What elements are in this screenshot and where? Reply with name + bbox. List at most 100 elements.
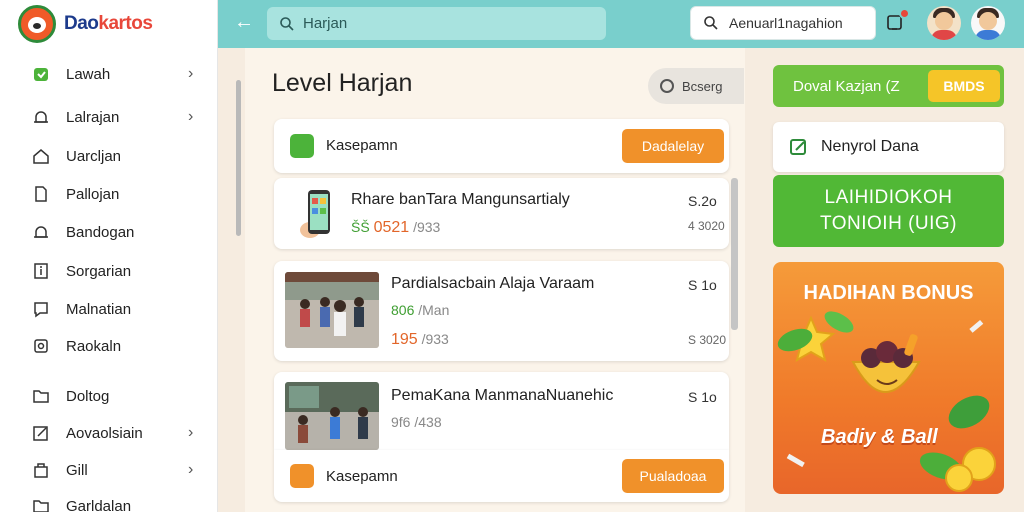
item-price: ŠŠ 0521 /933 xyxy=(351,219,440,237)
sidebar-item-garldalan[interactable]: Garldalan xyxy=(0,490,218,512)
item-right-bottom: S 3020 xyxy=(688,333,727,347)
sidebar-item-gill[interactable]: Gill › xyxy=(0,454,218,486)
sidebar-item-label: Garldalan xyxy=(66,497,132,512)
item-right-top: S.2o xyxy=(688,193,717,209)
sidebar-item-raokaln[interactable]: Raokaln xyxy=(0,330,218,362)
sidebar: Daokartos Lawah › Lalrajan › Uarcljan Pa… xyxy=(0,0,218,512)
chevron-right-icon: › xyxy=(188,108,194,125)
green-banner-line1: LAIHIDIOKOH xyxy=(824,187,953,208)
item-right-top: S 1o xyxy=(688,277,717,293)
bonus-subtitle: Badiy & Ball xyxy=(821,426,938,448)
secondary-search-input[interactable]: Aenuarl1nagahion xyxy=(690,6,876,40)
category-bar-bottom: Kasepamn Pualadoaa xyxy=(274,450,729,502)
item-title: Pardialsacbain Alaja Varaam xyxy=(391,275,595,292)
sidebar-item-bandogan[interactable]: Bandogan xyxy=(0,216,218,248)
chevron-right-icon: › xyxy=(188,65,194,82)
promo-label: Doval Kazjan (Z xyxy=(793,77,900,95)
promo-badge: BMDS xyxy=(928,70,1000,102)
sidebar-item-doltog[interactable]: Doltog xyxy=(0,380,218,412)
logo-mark-icon xyxy=(18,5,56,43)
bag-icon xyxy=(290,134,314,158)
sidebar-item-label: Raokaln xyxy=(66,337,122,355)
file-icon xyxy=(32,185,50,203)
folder-icon xyxy=(32,497,50,512)
price-tag: 806 xyxy=(391,302,415,318)
item-title: PemaKana ManmanaNuanehic xyxy=(391,387,614,404)
notification-button[interactable] xyxy=(884,8,910,33)
list-item[interactable]: Pardialsacbain Alaja Varaam 806 /Man 195… xyxy=(274,261,729,361)
action-button[interactable]: Dadalelay xyxy=(622,129,724,163)
home-icon xyxy=(32,147,50,165)
avatar-user[interactable] xyxy=(971,6,1005,40)
menu-pill-label: Nenyrol Dana xyxy=(821,138,919,155)
category-label: Kasepamn xyxy=(326,468,398,485)
sidebar-item-malnatian[interactable]: Malnatian xyxy=(0,293,218,325)
avatar-body xyxy=(931,30,957,40)
category-label: Kasepamn xyxy=(326,137,398,154)
bonus-banner[interactable]: HADIHAN BONUS Badiy & Ball xyxy=(773,262,1004,494)
item-right-top: S 1o xyxy=(688,389,717,405)
avatar[interactable] xyxy=(927,6,961,40)
price-unit: /Man xyxy=(418,302,450,318)
segment-button[interactable]: Bcserg xyxy=(648,68,744,104)
settings-icon xyxy=(32,337,50,355)
sidebar-item-label: Sorgarian xyxy=(66,262,132,280)
clock-icon xyxy=(660,79,674,93)
sidebar-item-label: Bandogan xyxy=(66,223,135,241)
price-unit: /933 xyxy=(413,219,441,235)
folder-icon xyxy=(32,387,50,405)
sidebar-item-label: Doltog xyxy=(66,387,110,405)
info-icon xyxy=(32,262,50,280)
green-banner-line2: TONIOIH (UIG) xyxy=(819,213,958,234)
sidebar-item-pallojan[interactable]: Pallojan xyxy=(0,178,218,210)
page-title: Level Harjan xyxy=(272,69,413,97)
sidebar-item-aovaolsiain[interactable]: Aovaolsiain › xyxy=(0,417,218,449)
search-icon xyxy=(280,16,294,31)
item-price: 806 /Man xyxy=(391,302,449,318)
app-logo[interactable]: Daokartos xyxy=(18,4,153,44)
sidebar-item-label: Lalrajan xyxy=(66,108,120,126)
item-thumbnail-crowd xyxy=(285,272,379,348)
list-item[interactable]: PemaKana ManmanaNuanehic 9f6 /438 S 1o xyxy=(274,372,729,450)
sidebar-item-lalrajan[interactable]: Lalrajan › xyxy=(0,101,218,133)
promo-button[interactable]: Doval Kazjan (Z BMDS xyxy=(773,65,1004,107)
chevron-right-icon: › xyxy=(188,461,194,478)
bag-icon xyxy=(290,464,314,488)
segment-label: Bcserg xyxy=(682,78,723,94)
green-banner[interactable]: LAIHIDIOKOH TONIOIH (UIG) xyxy=(773,175,1004,247)
sidebar-item-label: Pallojan xyxy=(66,185,120,203)
sidebar-item-label: Uarcljan xyxy=(66,147,122,165)
price-unit: /933 xyxy=(421,331,449,347)
sidebar-item-sorgarian[interactable]: Sorgarian xyxy=(0,255,218,287)
avatar-body xyxy=(975,30,1001,40)
category-bar: Kasepamn Dadalelay xyxy=(274,119,729,173)
price-tag: ŠŠ xyxy=(351,219,370,235)
secondary-search-value: Aenuarl1nagahion xyxy=(729,15,843,31)
sidebar-item-label: Aovaolsiain xyxy=(66,424,143,442)
content-scrollbar[interactable] xyxy=(731,178,738,330)
bag-icon xyxy=(32,461,50,479)
menu-pill[interactable]: Nenyrol Dana xyxy=(773,122,1004,172)
search-input[interactable]: Harjan xyxy=(267,7,606,40)
price-main: 195 xyxy=(391,331,418,348)
sidebar-item-label: Lawah xyxy=(66,65,111,83)
search-icon xyxy=(704,16,718,30)
price-tag: 9f6 xyxy=(391,414,411,430)
sidebar-item-uarcljan[interactable]: Uarcljan xyxy=(0,140,218,172)
logo-text: Daokartos xyxy=(64,13,153,34)
search-value: Harjan xyxy=(303,15,348,32)
chat-icon xyxy=(32,300,50,318)
list-item[interactable]: Rhare banTara Mangunsartialy ŠŠ 0521 /93… xyxy=(274,178,729,249)
item-title: Rhare banTara Mangunsartialy xyxy=(351,191,570,208)
sidebar-item-label: Malnatian xyxy=(66,300,132,318)
bell-icon xyxy=(32,223,50,241)
action-button[interactable]: Pualadoaa xyxy=(622,459,724,493)
sidebar-scrollbar[interactable] xyxy=(236,80,241,236)
sidebar-item-label: Gill xyxy=(66,461,88,479)
sidebar-item-lawah[interactable]: Lawah › xyxy=(0,58,218,90)
item-thumbnail-market xyxy=(285,382,379,450)
price-unit: /438 xyxy=(414,414,442,430)
edit-icon xyxy=(790,139,806,155)
back-arrow-icon[interactable]: ← xyxy=(234,11,256,33)
item-right-bottom: 4 3020 xyxy=(688,219,725,233)
